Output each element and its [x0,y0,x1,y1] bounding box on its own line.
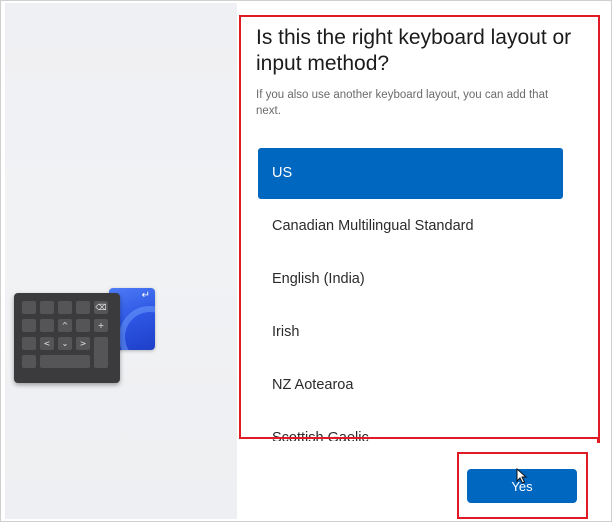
key [94,337,108,368]
keyboard-illustration-icon: ↵ ⌫ ^ + < ⌄ > [14,287,155,383]
right-arrow-key-icon: > [76,337,90,350]
key [22,301,36,314]
mouse-pointer-icon [516,468,528,484]
card-swirl [119,306,155,350]
key [76,301,90,314]
annotation-connector [597,437,600,443]
key [22,355,36,368]
annotation-highlight-list [239,15,600,439]
keypad-icon: ⌫ ^ + < ⌄ > [14,293,120,383]
down-arrow-key-icon: ⌄ [58,337,72,350]
enter-icon: ↵ [141,290,150,301]
key [22,337,36,350]
illustration-panel [5,3,237,519]
setup-window: ↵ ⌫ ^ + < ⌄ > Is this the right keyboard… [0,0,612,522]
plus-key-icon: + [94,319,108,332]
left-arrow-key-icon: < [40,337,54,350]
space-key-icon [40,355,90,368]
key [76,319,90,332]
backspace-key-icon: ⌫ [94,301,108,314]
key [22,319,36,332]
key [40,319,54,332]
up-arrow-key-icon: ^ [58,319,72,332]
key [40,301,54,314]
key [58,301,72,314]
